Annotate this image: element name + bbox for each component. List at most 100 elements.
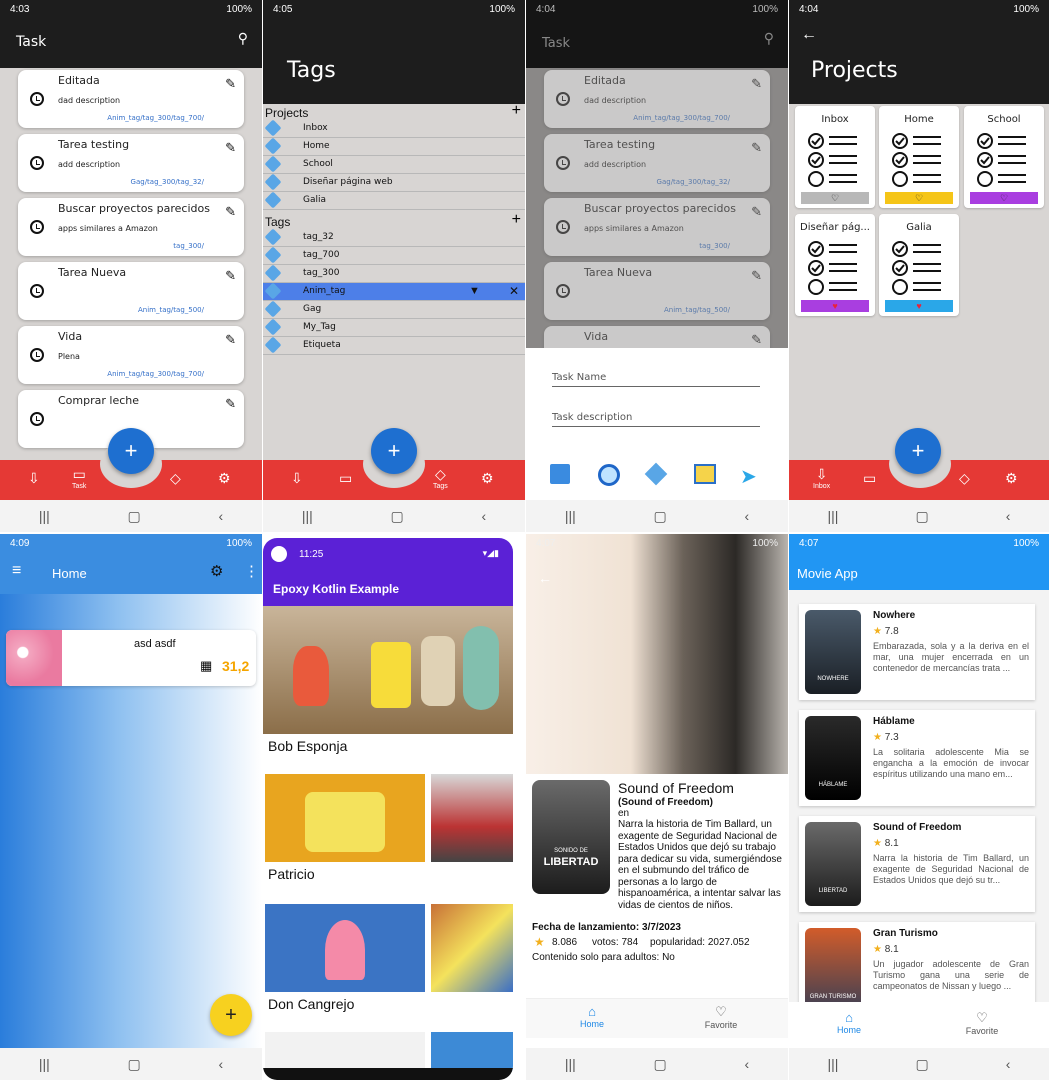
- back-icon[interactable]: ‹: [1006, 1056, 1011, 1072]
- tag-row[interactable]: My_Tag: [263, 318, 525, 337]
- home-icon[interactable]: ▢: [915, 1056, 928, 1073]
- note-card[interactable]: asd asdf ▦ 31,2: [6, 630, 256, 686]
- nav-home[interactable]: ⌂ Home: [829, 1010, 869, 1035]
- back-arrow-icon[interactable]: ←: [801, 26, 817, 44]
- project-card[interactable]: Inbox ♡: [795, 106, 875, 208]
- item-image[interactable]: [431, 904, 513, 992]
- calendar-icon[interactable]: ▭: [863, 470, 876, 487]
- back-icon[interactable]: ‹: [744, 1056, 749, 1072]
- back-icon[interactable]: ‹: [218, 1056, 223, 1072]
- tag-icon[interactable]: ◇ Tags: [433, 466, 448, 490]
- home-icon[interactable]: ▢: [654, 508, 667, 525]
- task-card[interactable]: Buscar proyectos parecidos apps similares…: [544, 198, 770, 256]
- item-image[interactable]: [431, 1032, 513, 1072]
- calendar-icon[interactable]: ▭ Task: [72, 466, 86, 490]
- item-image[interactable]: [265, 1032, 425, 1072]
- close-icon[interactable]: ✕: [509, 284, 519, 298]
- task-card[interactable]: Editada dad description Anim_tag/tag_300/t…: [18, 70, 244, 128]
- project-row[interactable]: Galia: [263, 191, 525, 210]
- settings-icon[interactable]: ⚙: [1005, 470, 1018, 487]
- tag-row[interactable]: Etiqueta: [263, 336, 525, 355]
- task-description-field[interactable]: Task description: [552, 412, 760, 427]
- project-card[interactable]: Galia ♥: [879, 214, 959, 316]
- movie-card[interactable]: NOWHERE Nowhere ★ 7.8 Embarazada, sola y a …: [799, 604, 1035, 700]
- project-row[interactable]: School: [263, 155, 525, 174]
- task-card[interactable]: Vida Plena Anim_tag/tag_300/tag_700/ ✎: [18, 326, 244, 384]
- recents-icon[interactable]: |||: [828, 508, 839, 524]
- home-icon[interactable]: ▢: [915, 508, 928, 525]
- send-icon[interactable]: ➤: [740, 464, 757, 489]
- home-icon[interactable]: ▢: [391, 508, 404, 525]
- back-icon[interactable]: ‹: [744, 508, 749, 524]
- project-card[interactable]: School ♡: [964, 106, 1044, 208]
- tag-icon[interactable]: ◇: [170, 470, 181, 487]
- tag-row[interactable]: tag_32: [263, 228, 525, 247]
- project-row[interactable]: Diseñar página web: [263, 173, 525, 192]
- edit-icon[interactable]: ✎: [225, 332, 236, 348]
- edit-icon[interactable]: ✎: [751, 204, 762, 220]
- task-card[interactable]: Editada dad description Anim_tag/tag_300/t…: [544, 70, 770, 128]
- back-arrow-icon[interactable]: ←: [538, 570, 552, 586]
- settings-icon[interactable]: ⚙: [481, 470, 494, 487]
- calendar-icon[interactable]: ▭: [339, 470, 352, 487]
- search-icon[interactable]: ⚲: [238, 30, 248, 47]
- nav-favorite[interactable]: ♡ Favorite: [698, 1004, 744, 1030]
- add-tag-button[interactable]: +: [512, 211, 521, 229]
- add-task-button[interactable]: +: [108, 428, 154, 474]
- project-row[interactable]: Inbox: [263, 119, 525, 138]
- filter-icon[interactable]: ▼: [469, 285, 480, 297]
- recents-icon[interactable]: |||: [565, 1056, 576, 1072]
- task-card[interactable]: Tarea testing add description Gag/tag_300/…: [18, 134, 244, 192]
- calendar-icon[interactable]: [550, 464, 570, 484]
- edit-icon[interactable]: ✎: [751, 268, 762, 284]
- add-project-button[interactable]: +: [895, 428, 941, 474]
- task-card[interactable]: Tarea Nueva Anim_tag/tag_500/ ✎: [18, 262, 244, 320]
- edit-icon[interactable]: ✎: [225, 268, 236, 284]
- project-card[interactable]: Home ♡: [879, 106, 959, 208]
- back-icon[interactable]: ‹: [218, 508, 223, 524]
- edit-icon[interactable]: ✎: [751, 140, 762, 156]
- add-button[interactable]: +: [210, 994, 252, 1036]
- more-icon[interactable]: ⋮: [244, 562, 259, 580]
- project-card[interactable]: Diseñar pág... ♥: [795, 214, 875, 316]
- settings-icon[interactable]: ⚙: [218, 470, 231, 487]
- task-card[interactable]: Tarea Nueva Anim_tag/tag_500/ ✎: [544, 262, 770, 320]
- clock-icon[interactable]: [598, 464, 620, 486]
- tag-row[interactable]: Anim_tag ▼ ✕: [263, 282, 525, 301]
- task-name-field[interactable]: Task Name: [552, 372, 760, 387]
- nav-home[interactable]: ⌂ Home: [572, 1004, 612, 1029]
- edit-icon[interactable]: ✎: [225, 76, 236, 92]
- edit-icon[interactable]: ✎: [225, 140, 236, 156]
- edit-icon[interactable]: ✎: [225, 204, 236, 220]
- add-project-button[interactable]: +: [512, 102, 521, 120]
- edit-icon[interactable]: ✎: [225, 396, 236, 412]
- recents-icon[interactable]: |||: [39, 1056, 50, 1072]
- home-icon[interactable]: ▢: [128, 1056, 141, 1073]
- item-image[interactable]: [265, 774, 425, 862]
- movie-card[interactable]: LIBERTAD Sound of Freedom ★ 8.1 Narra la hi…: [799, 816, 1035, 912]
- nav-favorite[interactable]: ♡ Favorite: [959, 1010, 1005, 1036]
- item-image[interactable]: [265, 904, 425, 992]
- edit-icon[interactable]: ✎: [751, 332, 762, 348]
- tag-row[interactable]: tag_300: [263, 264, 525, 283]
- task-card[interactable]: Buscar proyectos parecidos apps similares…: [18, 198, 244, 256]
- back-icon[interactable]: ‹: [481, 508, 486, 524]
- home-icon[interactable]: ▢: [654, 1056, 667, 1073]
- inbox-icon[interactable]: ⇩: [291, 470, 303, 487]
- edit-icon[interactable]: ✎: [751, 76, 762, 92]
- back-icon[interactable]: ‹: [1006, 508, 1011, 524]
- movie-card[interactable]: HÁBLAME Háblame ★ 7.3 La solitaria adolesce…: [799, 710, 1035, 806]
- inbox-icon[interactable]: ⇩ Inbox: [813, 466, 830, 490]
- gesture-bar[interactable]: [263, 1068, 513, 1080]
- project-icon[interactable]: [694, 464, 716, 484]
- search-icon[interactable]: ⚲: [764, 30, 774, 47]
- settings-icon[interactable]: ⚙: [210, 562, 223, 580]
- item-image[interactable]: [431, 774, 513, 862]
- recents-icon[interactable]: |||: [828, 1056, 839, 1072]
- tag-icon[interactable]: ◇: [959, 470, 970, 487]
- home-icon[interactable]: ▢: [128, 508, 141, 525]
- recents-icon[interactable]: |||: [39, 508, 50, 524]
- add-button[interactable]: +: [371, 428, 417, 474]
- menu-icon[interactable]: ≡: [12, 562, 21, 580]
- tag-row[interactable]: tag_700: [263, 246, 525, 265]
